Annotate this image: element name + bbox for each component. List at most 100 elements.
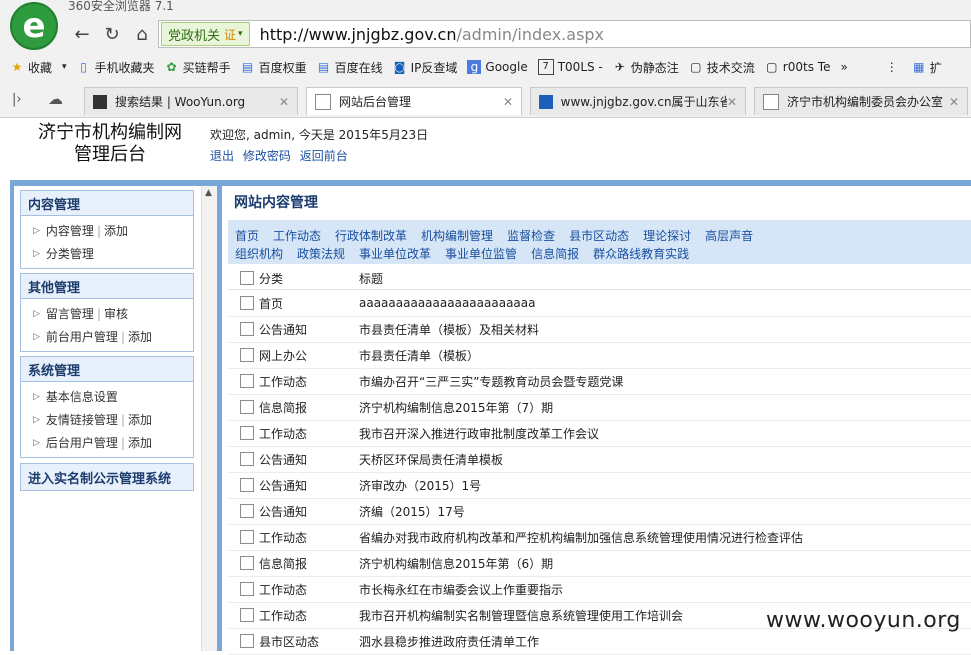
row-title[interactable]: 我市召开深入推进行政审批制度改革工作会议: [359, 425, 599, 442]
row-title[interactable]: 市县责任清单（模板）: [359, 347, 479, 364]
category-link[interactable]: 工作动态: [273, 229, 321, 243]
admin-users-add-link[interactable]: 添加: [128, 434, 152, 451]
back-icon[interactable]: ←: [68, 20, 96, 48]
category-link[interactable]: 事业单位监管: [445, 247, 517, 261]
row-checkbox[interactable]: [240, 348, 254, 362]
category-link[interactable]: 群众路线教育实践: [593, 247, 689, 261]
row-checkbox[interactable]: [240, 374, 254, 388]
row-checkbox[interactable]: [240, 400, 254, 414]
category-link[interactable]: 信息简报: [531, 247, 579, 261]
bookmark-item[interactable]: ✿ 买链帮手: [165, 59, 231, 76]
row-checkbox[interactable]: [240, 478, 254, 492]
sidebar-toggle-icon[interactable]: |›: [12, 92, 22, 107]
table-row: 网上办公 市县责任清单（模板）: [228, 342, 971, 369]
bookmark-item[interactable]: ▤ 百度权重: [241, 59, 307, 76]
tab-wooyun[interactable]: 搜索结果 | WooYun.org ✕: [84, 87, 298, 115]
front-users-add-link[interactable]: 添加: [128, 328, 152, 345]
content-add-link[interactable]: 添加: [104, 222, 128, 239]
row-title[interactable]: 济审改办（2015）1号: [359, 477, 481, 494]
bookmark-item[interactable]: ✈ 伪静态注: [613, 59, 679, 76]
logout-link[interactable]: 退出: [210, 149, 234, 163]
sidebar-item-basic-info: ▷ 基本信息设置: [21, 385, 193, 408]
bookmark-item[interactable]: ▢ 技术交流: [689, 59, 755, 76]
realname-system-link[interactable]: 进入实名制公示管理系统: [21, 464, 193, 490]
row-checkbox[interactable]: [240, 582, 254, 596]
refresh-icon[interactable]: ↻: [98, 20, 126, 48]
app-icon: ✿: [166, 60, 177, 74]
close-icon[interactable]: ✕: [949, 95, 959, 109]
row-title[interactable]: 济宁机构编制信息2015年第（7）期: [359, 399, 553, 416]
tab-office[interactable]: 济宁市机构编制委员会办公室 ✕: [754, 87, 968, 115]
triangle-right-icon: ▷: [33, 437, 40, 448]
row-checkbox[interactable]: [240, 322, 254, 336]
admin-users-link[interactable]: 后台用户管理: [46, 434, 118, 451]
close-icon[interactable]: ✕: [727, 95, 737, 109]
friend-links-add-link[interactable]: 添加: [128, 411, 152, 428]
category-row: 首页 工作动态 行政体制改革 机构编制管理 监督检查 县市区动态 理论探讨 高层声音: [235, 227, 767, 244]
bookmark-item[interactable]: 7 T00LS -: [537, 59, 603, 75]
bookmark-item[interactable]: ▤ 百度在线: [317, 59, 383, 76]
row-title[interactable]: 济宁机构编制信息2015年第（6）期: [359, 555, 553, 572]
close-icon[interactable]: ✕: [503, 95, 513, 109]
category-link[interactable]: 事业单位改革: [359, 247, 431, 261]
category-link[interactable]: 机构编制管理: [421, 229, 493, 243]
row-checkbox[interactable]: [240, 556, 254, 570]
row-checkbox[interactable]: [240, 452, 254, 466]
category-link[interactable]: 高层声音: [705, 229, 753, 243]
category-link[interactable]: 组织机构: [235, 247, 283, 261]
bookmark-item[interactable]: ★ 收藏 ▾: [10, 59, 67, 76]
review-link[interactable]: 审核: [104, 305, 128, 322]
category-mgmt-link[interactable]: 分类管理: [46, 245, 94, 262]
category-link[interactable]: 行政体制改革: [335, 229, 407, 243]
bookmark-item[interactable]: ▯ 手机收藏夹: [77, 59, 155, 76]
address-bar[interactable]: 党政机关 证 ▾ http://www.jnjgbz.gov.cn/admin/…: [158, 20, 971, 48]
category-link[interactable]: 县市区动态: [569, 229, 629, 243]
row-checkbox[interactable]: [240, 608, 254, 622]
front-users-link[interactable]: 前台用户管理: [46, 328, 118, 345]
category-link[interactable]: 理论探讨: [643, 229, 691, 243]
row-title[interactable]: 泗水县稳步推进政府责任清单工作: [359, 633, 539, 650]
bookmark-item[interactable]: ▢ r00ts Te: [765, 60, 830, 74]
row-title[interactable]: 市县责任清单（模板）及相关材料: [359, 321, 539, 338]
row-checkbox[interactable]: [240, 426, 254, 440]
row-checkbox[interactable]: [240, 530, 254, 544]
row-title[interactable]: 我市召开机构编制实名制管理暨信息系统管理使用工作培训会: [359, 607, 683, 624]
row-title[interactable]: aaaaaaaaaaaaaaaaaaaaaaaa: [359, 296, 535, 310]
friend-links-link[interactable]: 友情链接管理: [46, 411, 118, 428]
row-checkbox[interactable]: [240, 296, 254, 310]
category-link[interactable]: 首页: [235, 229, 259, 243]
select-all-checkbox[interactable]: [240, 271, 254, 285]
gov-badge[interactable]: 党政机关 证 ▾: [161, 22, 250, 46]
row-title[interactable]: 市长梅永红在市编委会议上作重要指示: [359, 581, 563, 598]
bookmark-label: 手机收藏夹: [94, 60, 155, 75]
row-checkbox[interactable]: [240, 504, 254, 518]
sidebar-scrollbar[interactable]: ▲: [201, 186, 217, 651]
row-title[interactable]: 天桥区环保局责任清单模板: [359, 451, 503, 468]
home-icon[interactable]: ⌂: [128, 20, 156, 48]
tab-admin[interactable]: 网站后台管理 ✕: [306, 87, 522, 115]
bookmark-label: 伪静态注: [630, 60, 679, 75]
page-icon: 7: [537, 59, 554, 75]
messages-link[interactable]: 留言管理: [46, 305, 94, 322]
return-frontend-link[interactable]: 返回前台: [300, 149, 348, 163]
bookmark-item[interactable]: ◙ IP反查域: [393, 59, 458, 76]
tab-domain[interactable]: www.jnjgbz.gov.cn属于山东省 ✕: [530, 87, 746, 115]
change-password-link[interactable]: 修改密码: [243, 149, 291, 163]
more-bookmarks-icon[interactable]: »: [840, 60, 847, 74]
row-checkbox[interactable]: [240, 634, 254, 648]
content-mgmt-link[interactable]: 内容管理: [46, 222, 94, 239]
bookmark-label: 技术交流: [706, 60, 755, 75]
url-text[interactable]: http://www.jnjgbz.gov.cn/admin/index.asp…: [260, 25, 604, 44]
category-link[interactable]: 监督检查: [507, 229, 555, 243]
row-title[interactable]: 省编办对我市政府机构改革和严控机构编制加强信息系统管理使用情况进行检查评估: [359, 529, 803, 546]
more-menu-icon[interactable]: ⋮: [886, 60, 898, 74]
scroll-up-icon[interactable]: ▲: [205, 188, 212, 198]
close-icon[interactable]: ✕: [279, 95, 289, 109]
row-title[interactable]: 市编办召开“三严三实”专题教育动员会暨专题党课: [359, 373, 623, 390]
bookmark-item[interactable]: ▦ 扩: [912, 59, 942, 76]
basic-info-link[interactable]: 基本信息设置: [46, 388, 118, 405]
cloud-icon[interactable]: ☁: [48, 90, 63, 108]
bookmark-item[interactable]: g Google: [467, 60, 528, 74]
row-title[interactable]: 济编（2015）17号: [359, 503, 465, 520]
category-link[interactable]: 政策法规: [297, 247, 345, 261]
